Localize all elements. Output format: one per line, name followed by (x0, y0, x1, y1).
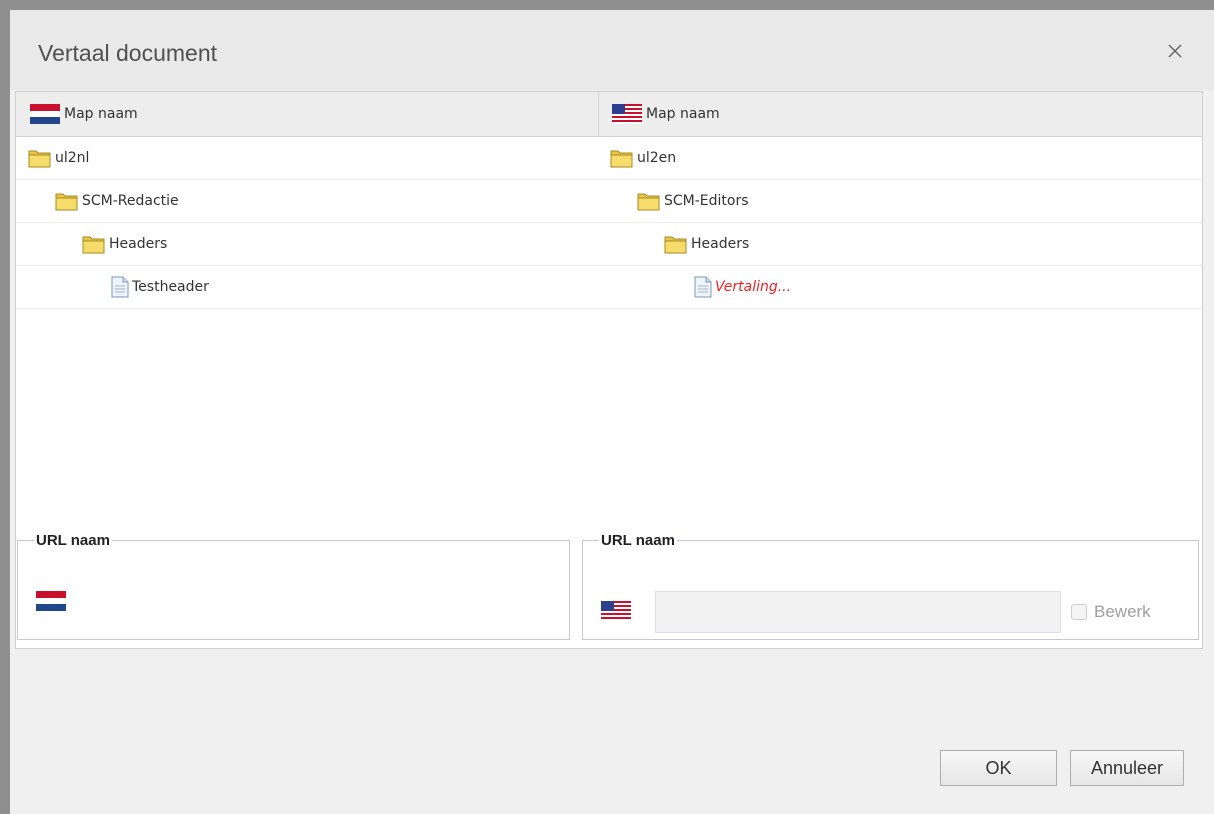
ok-button[interactable]: OK (940, 750, 1057, 786)
folder-icon (637, 193, 660, 211)
tree-node-target[interactable]: ul2en (610, 137, 676, 179)
folder-icon (610, 150, 633, 168)
column-header-target[interactable]: Map naam (600, 92, 1202, 136)
url-name-legend: URL naam (601, 532, 675, 549)
translate-document-dialog: Vertaal document Map naam Map naam ul2nl… (10, 10, 1214, 814)
tree-node-label: SCM-Redactie (82, 193, 179, 209)
tree-node-target[interactable]: Vertaling... (694, 266, 791, 308)
folder-icon (55, 193, 78, 211)
folder-tree-grid: ul2nl ul2en SCM-Redactie SCM-Editors Hea… (16, 137, 1202, 309)
column-header-label: Map naam (646, 106, 720, 122)
translation-pending-label: Vertaling... (715, 279, 792, 295)
flag-nl-icon (36, 591, 66, 615)
tree-node-label: SCM-Editors (664, 193, 749, 209)
tree-node-label: Testheader (132, 279, 209, 295)
tree-node-label: Headers (109, 236, 168, 252)
folder-icon (82, 236, 105, 254)
table-row[interactable]: ul2nl ul2en (16, 137, 1202, 180)
tree-node-label: Headers (691, 236, 750, 252)
url-name-source: URL naam (17, 532, 570, 640)
tree-node-label: ul2en (637, 150, 677, 166)
tree-node-source[interactable]: SCM-Redactie (55, 180, 179, 222)
column-header-source[interactable]: Map naam (16, 92, 599, 136)
dialog-content: Map naam Map naam ul2nl ul2en SCM-Redact… (15, 91, 1203, 649)
edit-checkbox-label: Bewerk (1094, 602, 1151, 621)
flag-nl-icon (30, 104, 60, 124)
flag-us-icon (601, 601, 631, 625)
tree-node-target[interactable]: Headers (664, 223, 749, 265)
url-section: URL naam URL naam Bewerk (16, 532, 1202, 648)
flag-us-icon (612, 104, 642, 124)
table-row[interactable]: Headers Headers (16, 223, 1202, 266)
close-icon[interactable] (1160, 36, 1190, 66)
dialog-titlebar: Vertaal document (10, 10, 1214, 90)
tree-node-source[interactable]: Headers (82, 223, 167, 265)
url-name-legend: URL naam (36, 532, 110, 549)
document-icon (111, 276, 129, 298)
folder-icon (28, 150, 51, 168)
edit-checkbox[interactable]: Bewerk (1071, 591, 1151, 633)
folder-icon (664, 236, 687, 254)
tree-node-target[interactable]: SCM-Editors (637, 180, 749, 222)
url-name-target: URL naam Bewerk (582, 532, 1199, 640)
tree-node-source[interactable]: ul2nl (28, 137, 89, 179)
tree-node-label: ul2nl (55, 150, 90, 166)
grid-header: Map naam Map naam (16, 92, 1202, 137)
dialog-title: Vertaal document (38, 40, 218, 66)
table-row[interactable]: SCM-Redactie SCM-Editors (16, 180, 1202, 223)
document-icon (694, 276, 712, 298)
table-row[interactable]: Testheader Vertaling... (16, 266, 1202, 309)
cancel-button[interactable]: Annuleer (1070, 750, 1184, 786)
tree-node-source[interactable]: Testheader (111, 266, 209, 308)
column-header-label: Map naam (64, 106, 138, 122)
url-name-input[interactable] (655, 591, 1061, 633)
checkbox-box[interactable] (1071, 604, 1087, 620)
